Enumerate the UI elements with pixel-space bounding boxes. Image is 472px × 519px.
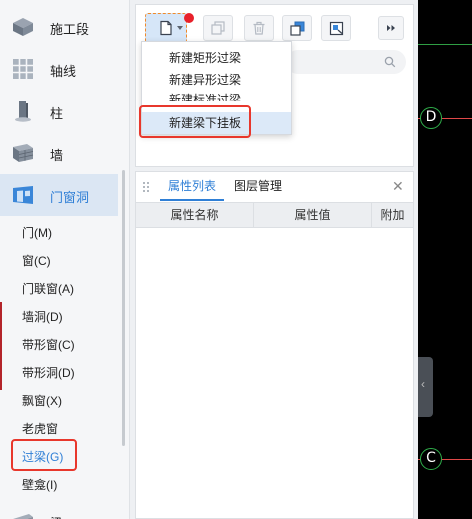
door-window-icon	[13, 186, 33, 204]
column-header-attach: 附加	[371, 203, 413, 227]
delete-icon	[253, 21, 265, 35]
sub-item-strip-window[interactable]: 带形窗(C)	[22, 336, 75, 353]
drag-handle-icon[interactable]	[142, 181, 150, 193]
new-component-icon	[160, 20, 172, 36]
new-component-button[interactable]	[145, 13, 187, 43]
menu-item-new-rect-lintel[interactable]: 新建矩形过梁	[142, 47, 291, 69]
sidebar-scrollbar[interactable]	[122, 170, 125, 446]
column-header-property-value: 属性值	[253, 203, 371, 227]
beam-icon	[13, 514, 33, 519]
notification-dot	[184, 13, 194, 23]
category-label: 柱	[50, 106, 64, 121]
category-axis[interactable]: 轴线	[0, 48, 118, 90]
copy-icon	[211, 21, 225, 35]
category-wall[interactable]: 墙	[0, 132, 118, 174]
pick-component-icon	[329, 21, 343, 35]
menu-item-new-standard-lintel[interactable]: 新建标准过梁	[142, 89, 291, 101]
search-input[interactable]	[286, 50, 406, 74]
wall-icon	[13, 144, 34, 162]
pick-component-button[interactable]	[321, 15, 351, 41]
copy-button[interactable]	[203, 15, 233, 41]
construction-section-icon	[13, 18, 33, 36]
tab-property-list[interactable]: 属性列表	[160, 172, 224, 201]
category-label: 梁	[50, 513, 63, 519]
category-label: 门窗洞	[50, 190, 90, 205]
column-icon	[15, 101, 31, 122]
sub-item-strip-opening[interactable]: 带形洞(D)	[22, 364, 75, 381]
search-icon	[384, 56, 396, 68]
category-beam[interactable]: 梁	[0, 500, 118, 519]
chevron-left-icon: ‹	[421, 377, 425, 391]
delete-button[interactable]	[244, 15, 274, 41]
sub-item-niche[interactable]: 壁龛(I)	[22, 476, 57, 493]
selection-marker	[0, 302, 2, 390]
axis-bubble-d: D	[420, 107, 442, 129]
sub-item-dormer-window[interactable]: 老虎窗	[22, 420, 58, 437]
panel-collapse-handle[interactable]: ‹	[418, 357, 433, 417]
property-panel: 属性列表 图层管理 ✕ 属性名称 属性值 附加	[135, 171, 414, 519]
axis-grid-icon	[13, 59, 33, 79]
grid-line	[418, 44, 472, 45]
property-table-header: 属性名称 属性值 附加	[136, 202, 413, 228]
lintel-highlight-box	[11, 439, 77, 471]
sub-item-wall-opening[interactable]: 墙洞(D)	[22, 308, 63, 325]
close-icon[interactable]: ✕	[392, 178, 404, 195]
category-door-window[interactable]: 门窗洞	[0, 174, 118, 216]
sub-item-door-window-combo[interactable]: 门联窗(A)	[22, 280, 74, 297]
expand-more-button[interactable]	[378, 16, 404, 40]
drawing-canvas[interactable]: D C	[418, 0, 472, 519]
tab-layer-management[interactable]: 图层管理	[234, 172, 282, 201]
axis-bubble-c: C	[420, 448, 442, 470]
category-construction-section[interactable]: 施工段	[0, 6, 118, 48]
chevron-down-icon[interactable]	[177, 26, 183, 30]
duplicate-layer-icon	[289, 21, 304, 36]
menu-item-new-custom-lintel[interactable]: 新建异形过梁	[142, 69, 291, 91]
category-label: 墙	[50, 148, 64, 163]
sub-item-window[interactable]: 窗(C)	[22, 252, 51, 269]
menu-item-highlight-box	[139, 105, 251, 138]
sub-item-bay-window[interactable]: 飘窗(X)	[22, 392, 62, 409]
category-label: 轴线	[50, 64, 77, 79]
menu-item-clip: 新建标准过梁	[142, 89, 291, 101]
category-label: 施工段	[50, 22, 90, 37]
expand-more-icon	[387, 25, 395, 31]
sub-item-door[interactable]: 门(M)	[22, 224, 52, 241]
category-column[interactable]: 柱	[0, 90, 118, 132]
column-header-property-name: 属性名称	[170, 208, 219, 222]
duplicate-layer-button[interactable]	[282, 15, 312, 41]
